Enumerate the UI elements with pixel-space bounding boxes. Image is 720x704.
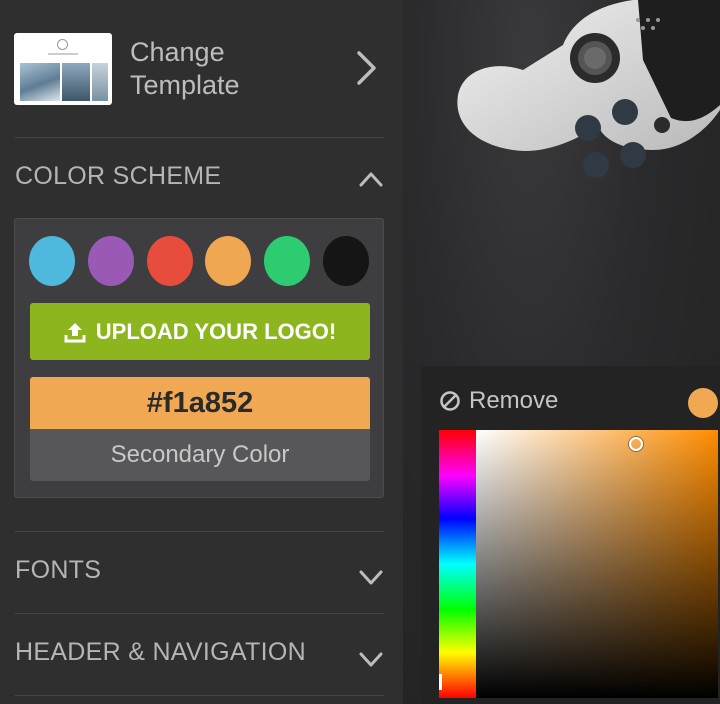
upload-logo-label: UPLOAD YOUR LOGO! <box>95 318 337 344</box>
customizer-sidebar: Change Template COLOR SCHEME UPLOAD YOUR… <box>0 0 400 704</box>
color-scheme-panel: UPLOAD YOUR LOGO! #f1a852 Secondary Colo… <box>14 218 384 498</box>
swatch-orange[interactable] <box>205 236 251 286</box>
change-template-label-line1: Change <box>130 37 225 67</box>
swatch-blue[interactable] <box>29 236 75 286</box>
template-logo-icon <box>57 39 68 50</box>
fonts-header[interactable]: FONTS <box>0 546 400 596</box>
template-thumbnail <box>14 33 112 105</box>
game-controller-image <box>457 0 720 178</box>
fonts-title: FONTS <box>15 556 102 584</box>
template-image <box>62 63 90 101</box>
color-selection-handle[interactable] <box>629 437 643 451</box>
change-template-label: Change Template <box>130 36 310 102</box>
chevron-down-icon <box>359 652 383 667</box>
header-navigation-header[interactable]: HEADER & NAVIGATION <box>0 628 400 678</box>
change-template-label-line2: Template <box>130 70 240 100</box>
remove-icon <box>440 391 460 411</box>
change-template-button[interactable]: Change Template <box>0 0 400 138</box>
divider <box>15 695 384 696</box>
chevron-up-icon <box>359 172 383 187</box>
swatch-purple[interactable] <box>88 236 134 286</box>
upload-icon <box>64 322 86 342</box>
chevron-right-icon <box>357 51 376 85</box>
swatch-red[interactable] <box>147 236 193 286</box>
divider <box>15 613 384 614</box>
swatch-green[interactable] <box>264 236 310 286</box>
color-scheme-header[interactable]: COLOR SCHEME <box>0 152 400 202</box>
secondary-color-tab[interactable]: Secondary Color <box>30 429 370 481</box>
hue-slider-handle[interactable] <box>439 674 442 690</box>
template-image <box>92 63 108 101</box>
color-scheme-title: COLOR SCHEME <box>15 162 222 190</box>
chevron-down-icon <box>359 570 383 585</box>
remove-color-button[interactable]: Remove <box>439 386 558 416</box>
divider <box>15 531 384 532</box>
saturation-value-area[interactable] <box>476 430 718 698</box>
template-image <box>20 63 60 101</box>
upload-logo-button[interactable]: UPLOAD YOUR LOGO! <box>30 303 370 360</box>
template-title-line <box>48 53 78 55</box>
header-navigation-title: HEADER & NAVIGATION <box>15 638 306 666</box>
current-color-preview <box>688 388 718 418</box>
swatch-black[interactable] <box>323 236 369 286</box>
divider <box>15 137 384 138</box>
remove-label: Remove <box>469 387 559 414</box>
color-picker-popover: Remove <box>421 366 720 704</box>
hex-color-field[interactable]: #f1a852 <box>30 377 370 429</box>
hue-slider[interactable] <box>439 430 476 698</box>
